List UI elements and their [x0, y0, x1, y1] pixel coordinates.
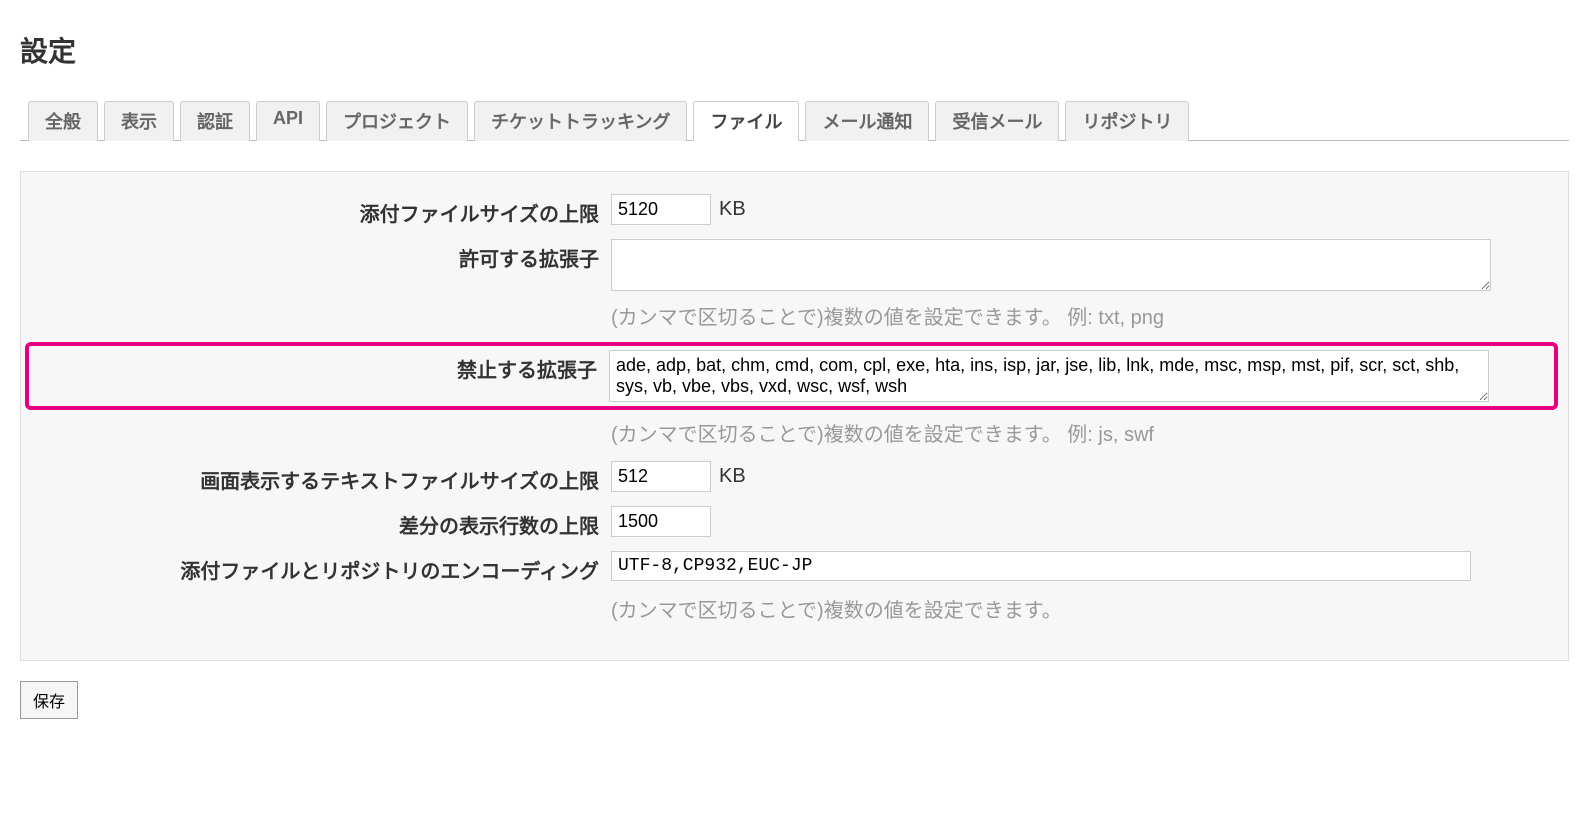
tab-mail-notify[interactable]: メール通知: [805, 101, 929, 141]
page-title: 設定: [20, 30, 1569, 70]
hint-encodings: (カンマで区切ることで)複数の値を設定できます。: [611, 594, 1062, 623]
label-allowed-ext: 許可する拡張子: [31, 239, 611, 272]
tab-display[interactable]: 表示: [104, 101, 174, 141]
field-row-diff-lines: 差分の表示行数の上限: [31, 504, 1558, 541]
field-row-inline-max: 画面表示するテキストファイルサイズの上限 KB: [31, 459, 1558, 496]
unit-max-attach: KB: [719, 198, 746, 221]
label-encodings: 添付ファイルとリポジトリのエンコーディング: [31, 551, 611, 584]
tab-projects[interactable]: プロジェクト: [326, 101, 468, 141]
field-row-max-attach: 添付ファイルサイズの上限 KB: [31, 192, 1558, 229]
tab-files[interactable]: ファイル: [693, 101, 799, 141]
label-denied-ext: 禁止する拡張子: [29, 350, 609, 383]
textarea-denied-ext[interactable]: [609, 350, 1489, 402]
tab-repo[interactable]: リポジトリ: [1065, 101, 1189, 141]
field-row-denied-ext: 禁止する拡張子: [25, 342, 1558, 410]
field-row-allowed-ext: 許可する拡張子: [31, 237, 1558, 293]
settings-form-box: 添付ファイルサイズの上限 KB 許可する拡張子 (カンマで区切ることで)複数の値…: [20, 171, 1569, 661]
tab-tracking[interactable]: チケットトラッキング: [474, 101, 687, 141]
input-diff-lines[interactable]: [611, 506, 711, 537]
tab-general[interactable]: 全般: [28, 101, 98, 141]
tab-api[interactable]: API: [256, 101, 320, 141]
save-button[interactable]: 保存: [20, 681, 78, 719]
input-max-attach[interactable]: [611, 194, 711, 225]
tab-mail-recv[interactable]: 受信メール: [935, 101, 1059, 141]
label-max-attach: 添付ファイルサイズの上限: [31, 194, 611, 227]
unit-inline-max: KB: [719, 465, 746, 488]
field-row-encodings: 添付ファイルとリポジトリのエンコーディング: [31, 549, 1558, 586]
hint-allowed-ext: (カンマで区切ることで)複数の値を設定できます。 例: txt, png: [611, 301, 1164, 330]
textarea-allowed-ext[interactable]: [611, 239, 1491, 291]
input-inline-max[interactable]: [611, 461, 711, 492]
input-encodings[interactable]: [611, 551, 1471, 581]
settings-tabs: 全般 表示 認証 API プロジェクト チケットトラッキング ファイル メール通…: [20, 100, 1569, 141]
label-diff-lines: 差分の表示行数の上限: [31, 506, 611, 539]
tab-auth[interactable]: 認証: [180, 101, 250, 141]
label-inline-max: 画面表示するテキストファイルサイズの上限: [31, 461, 611, 494]
hint-denied-ext: (カンマで区切ることで)複数の値を設定できます。 例: js, swf: [611, 418, 1154, 447]
